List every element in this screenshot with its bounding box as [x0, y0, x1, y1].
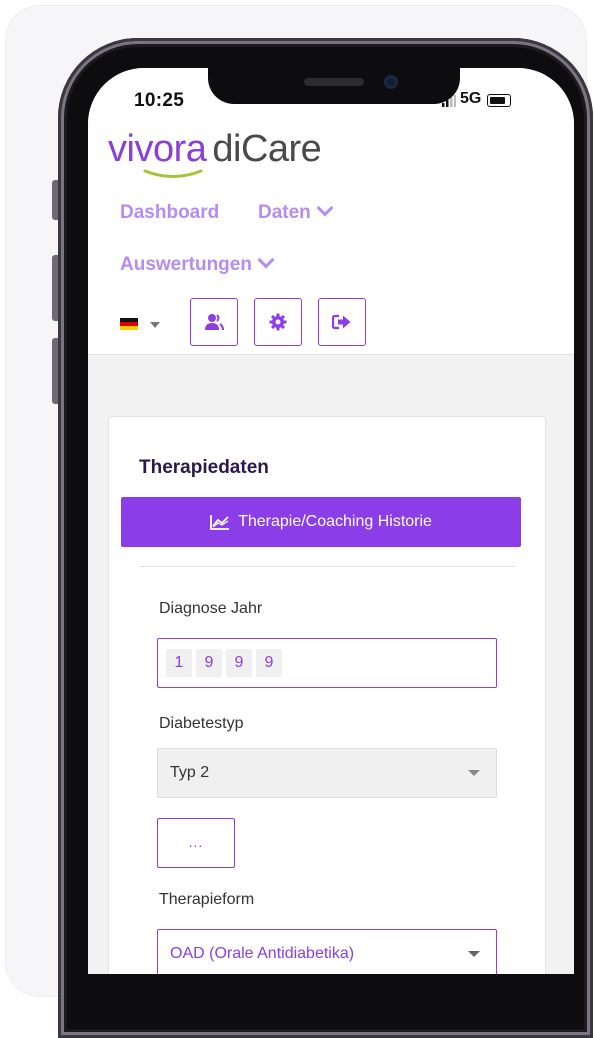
chevron-down-icon	[468, 951, 480, 957]
logo-part2: diCare	[212, 128, 322, 170]
battery-icon	[487, 94, 511, 107]
card-title: Therapiedaten	[139, 457, 269, 478]
chevron-down-icon	[316, 199, 334, 217]
diabetes-type-select[interactable]: Typ 2	[157, 748, 497, 798]
year-digit[interactable]: 9	[256, 649, 282, 677]
nav-daten[interactable]: Daten	[258, 199, 334, 224]
nav-dashboard-label: Dashboard	[120, 202, 220, 223]
nav-auswertungen[interactable]: Auswertungen	[120, 251, 275, 276]
phone-screen: 10:25 5G vivora diCare Dashboard Daten Au…	[88, 68, 574, 974]
diabetes-type-label: Diabetestyp	[159, 715, 244, 732]
diagnosis-year-input[interactable]: 1 9 9 9	[157, 638, 497, 688]
therapy-form-label: Therapieform	[159, 891, 255, 908]
card-divider	[139, 566, 515, 567]
year-digit[interactable]: 9	[226, 649, 252, 677]
chevron-down-icon	[257, 251, 275, 269]
therapy-form-value: OAD (Orale Antidiabetika)	[170, 945, 355, 962]
diabetes-type-value: Typ 2	[170, 764, 210, 781]
germany-flag-icon[interactable]	[120, 318, 138, 330]
speaker	[304, 78, 364, 86]
camera	[384, 75, 398, 89]
nav-dashboard[interactable]: Dashboard	[120, 202, 219, 224]
diagnosis-year-label: Diagnose Jahr	[159, 600, 263, 617]
therapy-history-button[interactable]: Therapie/Coaching Historie	[121, 497, 521, 547]
logo-swoosh-icon	[143, 169, 203, 178]
logout-icon	[332, 314, 351, 330]
therapy-history-label: Therapie/Coaching Historie	[238, 513, 432, 530]
more-button[interactable]: ...	[157, 818, 235, 868]
users-icon	[205, 314, 224, 331]
notch	[208, 68, 460, 104]
app-logo[interactable]: vivora diCare	[108, 128, 322, 171]
chevron-down-icon	[468, 770, 480, 776]
language-caret-icon[interactable]	[150, 322, 160, 328]
logout-button[interactable]	[318, 298, 366, 346]
year-digit[interactable]: 1	[166, 649, 192, 677]
nav-daten-label: Daten	[258, 202, 311, 223]
therapy-form-select[interactable]: OAD (Orale Antidiabetika)	[157, 929, 497, 974]
header-divider	[88, 354, 574, 355]
year-digit[interactable]: 9	[196, 649, 222, 677]
status-time: 10:25	[134, 90, 185, 111]
therapy-card: Therapiedaten Therapie/Coaching Historie…	[108, 416, 546, 974]
app-header: vivora diCare Dashboard Daten Auswertunge…	[88, 124, 574, 355]
network-type: 5G	[460, 90, 482, 107]
settings-button[interactable]	[254, 298, 302, 346]
chart-area-icon	[210, 515, 230, 530]
users-button[interactable]	[190, 298, 238, 346]
nav-auswertungen-label: Auswertungen	[120, 254, 252, 275]
gear-icon	[269, 313, 287, 331]
logo-part1: vivora	[108, 128, 207, 170]
